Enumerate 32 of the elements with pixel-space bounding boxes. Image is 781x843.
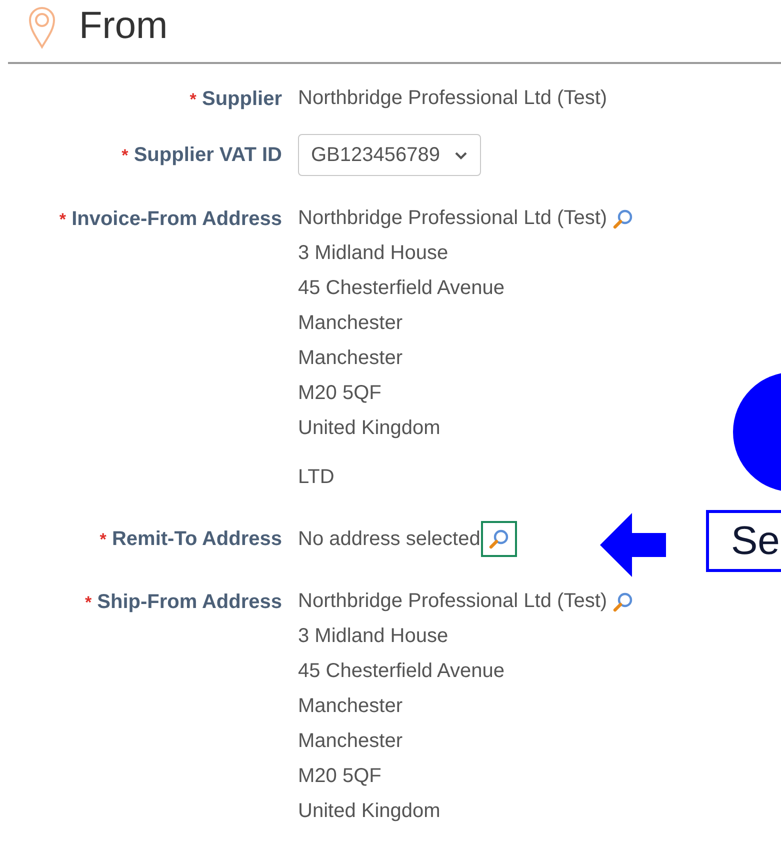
address-line: M20 5QF (298, 381, 382, 406)
address-note: LTD (298, 465, 334, 490)
field-label: * Invoice-From Address (58, 207, 282, 232)
search-icon (612, 208, 634, 230)
address-line: 45 Chesterfield Avenue (298, 276, 504, 301)
address-line: 3 Midland House (298, 624, 448, 649)
callout-text: Se (706, 510, 781, 572)
lookup-button[interactable] (481, 521, 518, 557)
section-title: From (79, 4, 168, 48)
field-label: * Ship-From Address (84, 590, 282, 615)
address-line: Manchester (298, 729, 402, 754)
search-icon (612, 590, 634, 612)
search-icon (488, 528, 510, 550)
chevron-down-icon (454, 150, 468, 160)
field-label: * Supplier (188, 87, 282, 112)
address-line: Northbridge Professional Ltd (Test) (298, 206, 608, 231)
address-line: Manchester (298, 311, 402, 336)
address-line: Northbridge Professional Ltd (Test) (298, 589, 608, 614)
address-line: 3 Midland House (298, 241, 448, 266)
address-line: Manchester (298, 694, 402, 719)
field-value: Northbridge Professional Ltd (Test) (298, 87, 608, 109)
address-line: Manchester (298, 346, 402, 371)
vat-id-dropdown[interactable]: GB123456789 (298, 134, 482, 176)
arrow-left-icon (600, 513, 666, 577)
address-line: 45 Chesterfield Avenue (298, 659, 504, 684)
address-line: No address selected (298, 526, 480, 552)
field-label: * Supplier VAT ID (120, 143, 282, 168)
address-line: M20 5QF (298, 764, 382, 789)
location-pin-icon (27, 5, 57, 49)
field-label: * Remit-To Address (98, 527, 282, 552)
address-line: United Kingdom (298, 416, 440, 441)
address-line: United Kingdom (298, 799, 440, 824)
